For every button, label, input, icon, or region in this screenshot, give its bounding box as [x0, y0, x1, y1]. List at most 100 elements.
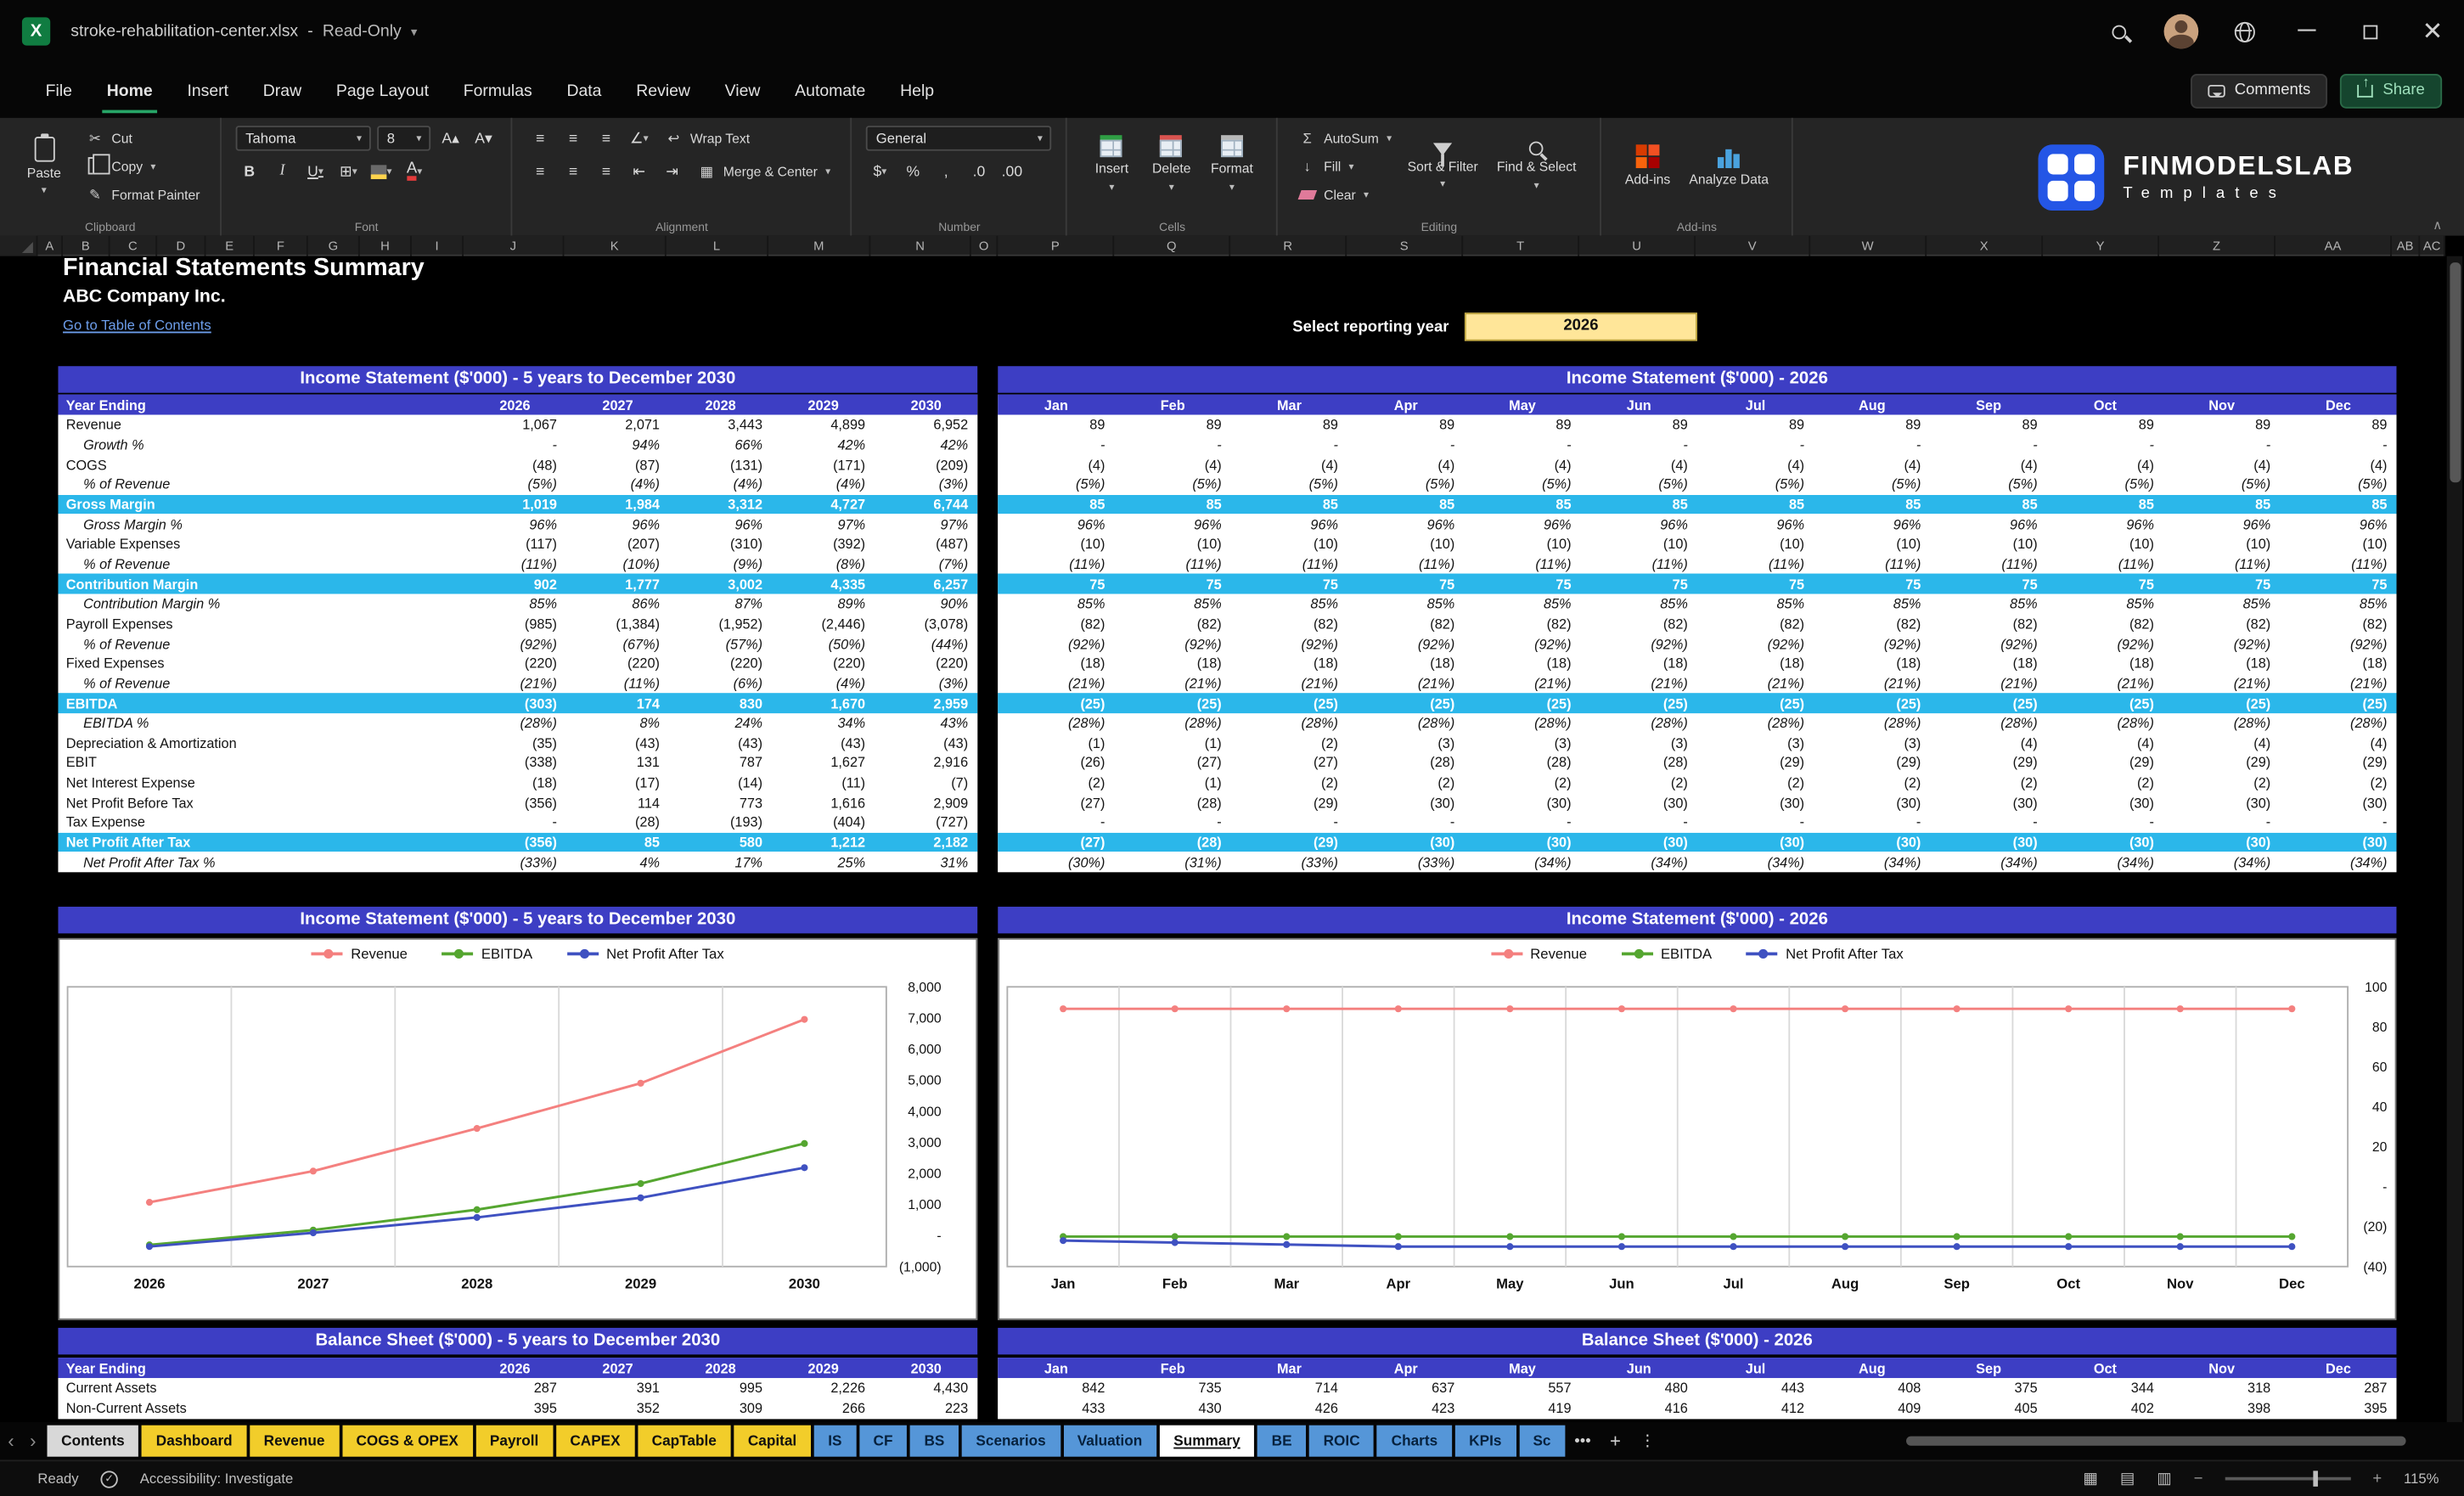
cell[interactable]: (29) [2280, 755, 2396, 771]
align-middle-button[interactable]: ≡ [560, 126, 586, 151]
cell[interactable]: (33%) [1347, 854, 1464, 870]
tab-scroll-left-icon[interactable]: ‹ [0, 1430, 22, 1452]
cell[interactable]: (4) [2047, 735, 2163, 751]
cell[interactable]: (30) [1347, 835, 1464, 851]
cell[interactable]: (82) [2280, 616, 2396, 632]
cell[interactable]: (1) [1115, 735, 1231, 751]
cell[interactable]: (6%) [669, 676, 772, 692]
font-size-dropdown[interactable]: 8 ▾ [377, 126, 431, 151]
maximize-button[interactable] [2338, 0, 2401, 63]
cell[interactable]: (356) [464, 795, 566, 811]
cell[interactable]: (82) [2163, 616, 2280, 632]
horizontal-scrollbar[interactable] [1906, 1436, 2406, 1446]
number-format-dropdown[interactable]: General ▾ [866, 126, 1053, 151]
cell[interactable]: (11%) [566, 676, 669, 692]
cell[interactable]: (4) [2280, 735, 2396, 751]
cell[interactable]: (21%) [2163, 676, 2280, 692]
cell[interactable]: 1,019 [464, 497, 566, 513]
accessibility-status[interactable]: Accessibility: Investigate [140, 1471, 294, 1487]
cell[interactable]: (18) [1930, 655, 2046, 672]
cell[interactable]: 2027 [566, 1360, 669, 1376]
column-header-C[interactable]: C [110, 235, 158, 256]
cell[interactable]: 787 [669, 755, 772, 771]
cell[interactable]: - [2163, 436, 2280, 453]
cell[interactable]: 1,067 [464, 417, 566, 433]
cell[interactable]: (21%) [1930, 676, 2046, 692]
cell[interactable]: (10) [1347, 537, 1464, 553]
cell[interactable]: (25) [2163, 695, 2280, 711]
cell[interactable]: (9%) [669, 556, 772, 572]
cell[interactable]: 2,071 [566, 417, 669, 433]
cell[interactable]: - [1930, 815, 2046, 831]
cell[interactable]: 97% [875, 516, 977, 532]
cell[interactable]: 85% [1930, 596, 2046, 612]
cell[interactable]: (30) [2280, 835, 2396, 851]
delete-cells-button[interactable]: Delete ▾ [1142, 126, 1201, 207]
cell[interactable]: 85% [2163, 596, 2280, 612]
cell[interactable]: (11%) [1231, 556, 1347, 572]
cell[interactable]: (487) [875, 537, 977, 553]
menu-formulas[interactable]: Formulas [446, 63, 549, 118]
copy-button[interactable]: Copy ▾ [80, 153, 205, 179]
cell[interactable]: (10) [1464, 537, 1580, 553]
cell[interactable]: 1,616 [772, 795, 875, 811]
sheet-tab-payroll[interactable]: Payroll [475, 1425, 553, 1457]
cell[interactable]: (5%) [1581, 476, 1697, 492]
cell[interactable]: 96% [669, 516, 772, 532]
cell[interactable]: (30) [1930, 795, 2046, 811]
cell[interactable]: (82) [1115, 616, 1231, 632]
cell[interactable]: May [1464, 396, 1580, 413]
cell[interactable]: (5%) [1347, 476, 1464, 492]
menu-data[interactable]: Data [549, 63, 619, 118]
cell[interactable]: 85% [464, 596, 566, 612]
cell[interactable]: (67%) [566, 636, 669, 652]
cell[interactable]: (44%) [875, 636, 977, 652]
cell[interactable]: (117) [464, 537, 566, 553]
cut-button[interactable]: ✂ Cut [80, 126, 205, 151]
cell[interactable]: 6,257 [875, 576, 977, 592]
sheet-tab-contents[interactable]: Contents [47, 1425, 139, 1457]
cell[interactable]: 89 [1231, 417, 1347, 433]
cell[interactable]: (34%) [1697, 854, 1814, 870]
sheet-tab-roic[interactable]: ROIC [1308, 1425, 1375, 1457]
column-header-N[interactable]: N [870, 235, 971, 256]
cell[interactable]: (92%) [2280, 636, 2396, 652]
cell[interactable]: (82) [1581, 616, 1697, 632]
cell[interactable]: 97% [772, 516, 875, 532]
cell[interactable]: 830 [669, 695, 772, 711]
menu-automate[interactable]: Automate [778, 63, 883, 118]
cell[interactable]: 842 [998, 1381, 1114, 1397]
cell[interactable]: (29) [2047, 755, 2163, 771]
cell[interactable]: (10) [1581, 537, 1697, 553]
cell[interactable]: (92%) [464, 636, 566, 652]
cell[interactable]: (25) [1814, 695, 1930, 711]
cell[interactable]: 1,212 [772, 835, 875, 851]
cell[interactable]: 352 [566, 1400, 669, 1416]
cell[interactable]: (21%) [2047, 676, 2163, 692]
cell[interactable]: (25) [998, 695, 1114, 711]
cell[interactable]: (30) [2163, 795, 2280, 811]
column-header-J[interactable]: J [464, 235, 565, 256]
cell[interactable]: (2) [2163, 775, 2280, 791]
cell[interactable]: (28%) [1697, 715, 1814, 731]
align-top-button[interactable]: ≡ [526, 126, 553, 151]
cell[interactable]: 96% [2047, 516, 2163, 532]
cell[interactable]: 2,909 [875, 795, 977, 811]
cell[interactable]: 4% [566, 854, 669, 870]
cell[interactable]: 902 [464, 576, 566, 592]
cell[interactable]: COGS [58, 457, 464, 473]
cell[interactable]: Jul [1697, 396, 1814, 413]
cell[interactable]: (10) [2163, 537, 2280, 553]
column-header-M[interactable]: M [768, 235, 871, 256]
cell[interactable]: Contribution Margin % [58, 596, 464, 612]
cell[interactable]: (4) [1697, 457, 1814, 473]
cell[interactable]: (3) [1347, 735, 1464, 751]
autosum-button[interactable]: Σ AutoSum ▾ [1292, 126, 1398, 151]
cell[interactable]: 6,744 [875, 497, 977, 513]
cell[interactable]: Jun [1581, 396, 1697, 413]
cell[interactable]: (35) [464, 735, 566, 751]
cell[interactable]: Payroll Expenses [58, 616, 464, 632]
cell[interactable]: (404) [772, 815, 875, 831]
vertical-scrollbar-thumb[interactable] [2449, 262, 2461, 483]
cell[interactable]: (25) [1347, 695, 1464, 711]
